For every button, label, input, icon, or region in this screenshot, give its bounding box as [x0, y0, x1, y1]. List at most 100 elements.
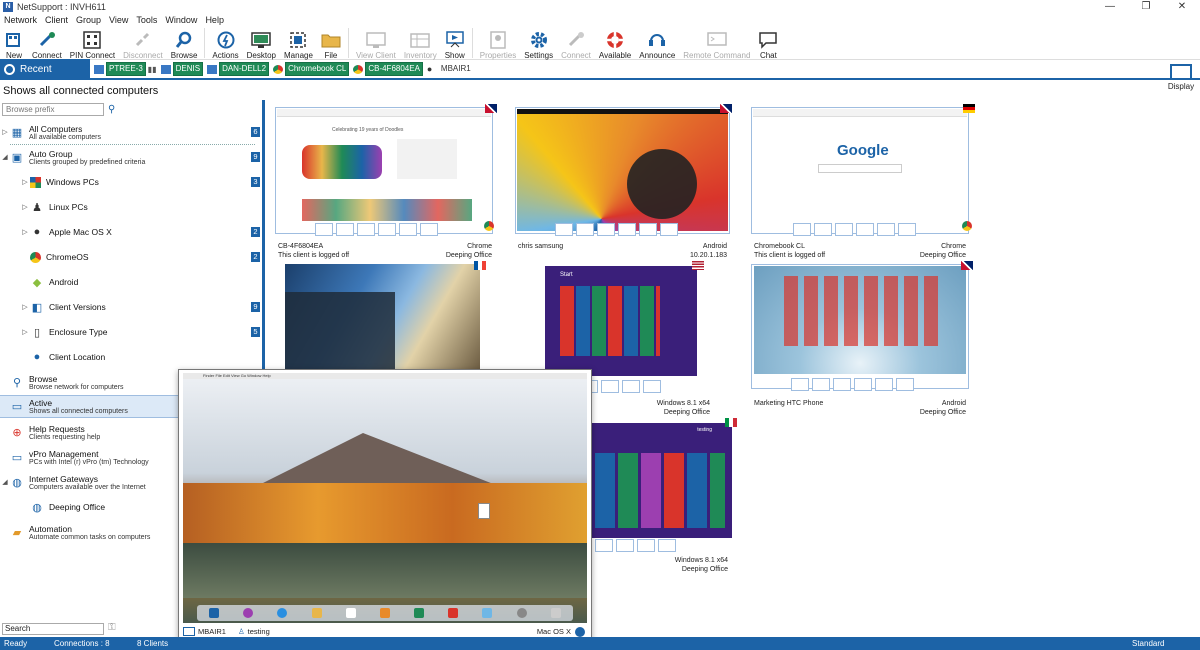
chat-icon[interactable] — [660, 223, 678, 236]
lock-icon[interactable]: ⚿ — [108, 622, 116, 633]
remote-command-icon[interactable] — [399, 223, 417, 236]
recent-client-chip[interactable]: ● MBAIR1 — [427, 62, 473, 76]
properties-button[interactable]: Properties — [476, 26, 520, 60]
recent-client-chip[interactable]: PTREE-3 ▮▮ — [94, 62, 157, 76]
menu-window[interactable]: Window — [161, 14, 201, 26]
chat-icon[interactable] — [898, 223, 916, 236]
client-thumbnail[interactable]: testing Windows 8.1 x64 Deeping Office — [590, 418, 740, 573]
view-client-icon — [366, 30, 386, 50]
inventory-icon[interactable] — [856, 223, 874, 236]
chevron-right-icon[interactable]: ▷ — [20, 203, 30, 211]
connect-disabled-button[interactable]: Connect — [557, 26, 595, 60]
chat-icon[interactable] — [896, 378, 914, 391]
search-input[interactable]: Search — [2, 623, 104, 635]
actions-button[interactable]: Actions — [208, 26, 242, 60]
folder-icon[interactable] — [336, 223, 354, 236]
sidebar-item-auto-group[interactable]: ◢ ▣ Auto Group Clients grouped by predefi… — [0, 146, 262, 168]
inventory-icon[interactable] — [616, 539, 634, 552]
client-thumbnail[interactable]: Google Chromebook CL Chrome This client … — [751, 104, 976, 262]
sidebar-item-all-computers[interactable]: ▷ ▦ All Computers All available computers… — [0, 121, 262, 143]
recent-client-chip[interactable]: DAN-DELL2 — [207, 62, 270, 76]
sidebar-item-linux-pcs[interactable]: ▷ ♟ Linux PCs — [0, 198, 262, 216]
sidebar-item-enclosure-type[interactable]: ▷ ▯ Enclosure Type 5 — [0, 323, 262, 341]
manage-icon[interactable] — [835, 223, 853, 236]
sidebar-item-client-versions[interactable]: ▷ ◧ Client Versions 9 — [0, 298, 262, 316]
inventory-icon[interactable] — [854, 378, 872, 391]
manage-icon[interactable] — [595, 539, 613, 552]
chevron-right-icon[interactable]: ▷ — [20, 178, 30, 186]
desktop-button[interactable]: Desktop — [243, 26, 280, 60]
menu-network[interactable]: Network — [0, 14, 41, 26]
manage-icon[interactable] — [357, 223, 375, 236]
remote-command-icon[interactable] — [877, 223, 895, 236]
mac-view-window[interactable]: Finder File Edit View Go Window Help MBA… — [178, 369, 592, 640]
chat-icon[interactable] — [420, 223, 438, 236]
chevron-right-icon[interactable]: ▷ — [20, 303, 30, 311]
menu-tools[interactable]: Tools — [132, 14, 161, 26]
sidebar-item-windows-pcs[interactable]: ▷ Windows PCs 3 — [0, 173, 262, 191]
file-button[interactable]: File — [317, 26, 345, 60]
search-icon[interactable]: ⚲ — [108, 104, 115, 115]
remote-command-button[interactable]: Remote Command — [679, 26, 754, 60]
show-button[interactable]: Show — [441, 26, 469, 60]
menu-group[interactable]: Group — [72, 14, 105, 26]
chevron-down-icon[interactable]: ◢ — [0, 153, 10, 161]
sidebar-item-android[interactable]: ◆ Android — [0, 273, 262, 291]
view-icon[interactable] — [555, 223, 573, 236]
manage-button[interactable]: Manage — [280, 26, 317, 60]
client-thumbnail[interactable] — [285, 261, 490, 374]
remote-command-icon[interactable] — [622, 380, 640, 393]
inventory-button[interactable]: Inventory — [400, 26, 441, 60]
menu-view[interactable]: View — [105, 14, 132, 26]
recent-tab[interactable]: Recent — [0, 59, 90, 79]
folder-icon[interactable] — [812, 378, 830, 391]
view-icon[interactable] — [793, 223, 811, 236]
folder-icon[interactable] — [814, 223, 832, 236]
remote-command-icon[interactable] — [875, 378, 893, 391]
chevron-down-icon[interactable]: ◢ — [0, 478, 10, 486]
folder-icon[interactable] — [576, 223, 594, 236]
manage-icon[interactable] — [833, 378, 851, 391]
inventory-icon[interactable] — [378, 223, 396, 236]
remote-command-icon[interactable] — [637, 539, 655, 552]
recent-client-chip[interactable]: DENIS — [160, 62, 204, 76]
settings-button[interactable]: Settings — [520, 26, 557, 60]
chevron-right-icon[interactable]: ▷ — [20, 328, 30, 336]
inventory-icon[interactable] — [601, 380, 619, 393]
announce-button[interactable]: Announce — [635, 26, 679, 60]
sidebar-item-chromeos[interactable]: ChromeOS 2 — [0, 248, 262, 266]
connect-icon — [37, 30, 57, 50]
sidebar-item-client-location[interactable]: ● Client Location — [0, 348, 262, 366]
display-button[interactable]: Display — [1166, 60, 1196, 98]
view-icon[interactable] — [791, 378, 809, 391]
recent-client-chip[interactable]: Chromebook CL — [273, 62, 350, 76]
new-button[interactable]: New — [0, 26, 28, 60]
chat-icon[interactable] — [643, 380, 661, 393]
manage-icon[interactable] — [597, 223, 615, 236]
pin-connect-button[interactable]: PIN Connect — [66, 26, 119, 60]
disconnect-button[interactable]: Disconnect — [119, 26, 167, 60]
chat-icon[interactable] — [658, 539, 676, 552]
sidebar-item-apple-mac[interactable]: ▷ ● Apple Mac OS X 2 — [0, 223, 262, 241]
client-thumbnail[interactable]: chris samsung Android 10.20.1.183 — [515, 104, 735, 262]
close-button[interactable]: ✕ — [1164, 0, 1200, 14]
available-button[interactable]: Available — [595, 26, 635, 60]
view-client-button[interactable]: View Client — [352, 26, 400, 60]
menu-help[interactable]: Help — [201, 14, 228, 26]
chevron-right-icon[interactable]: ▷ — [0, 128, 10, 136]
windows-pc-icon — [94, 64, 104, 74]
remote-command-icon[interactable] — [639, 223, 657, 236]
recent-client-chip[interactable]: CB-4F6804EA — [353, 62, 423, 76]
client-thumbnail[interactable]: Celebrating 19 years of Doodles CB-4F680… — [275, 104, 497, 262]
inventory-icon[interactable] — [618, 223, 636, 236]
restore-button[interactable]: ❐ — [1128, 0, 1164, 14]
connect-button[interactable]: Connect — [28, 26, 66, 60]
menu-client[interactable]: Client — [41, 14, 72, 26]
browse-button[interactable]: Browse — [167, 26, 202, 60]
browse-prefix-input[interactable]: Browse prefix — [2, 103, 104, 116]
chevron-right-icon[interactable]: ▷ — [20, 228, 30, 236]
client-thumbnail[interactable]: Marketing HTC Phone Android Deeping Offi… — [751, 261, 976, 419]
chat-button[interactable]: Chat — [754, 26, 782, 60]
minimize-button[interactable]: — — [1092, 0, 1128, 14]
view-icon[interactable] — [315, 223, 333, 236]
